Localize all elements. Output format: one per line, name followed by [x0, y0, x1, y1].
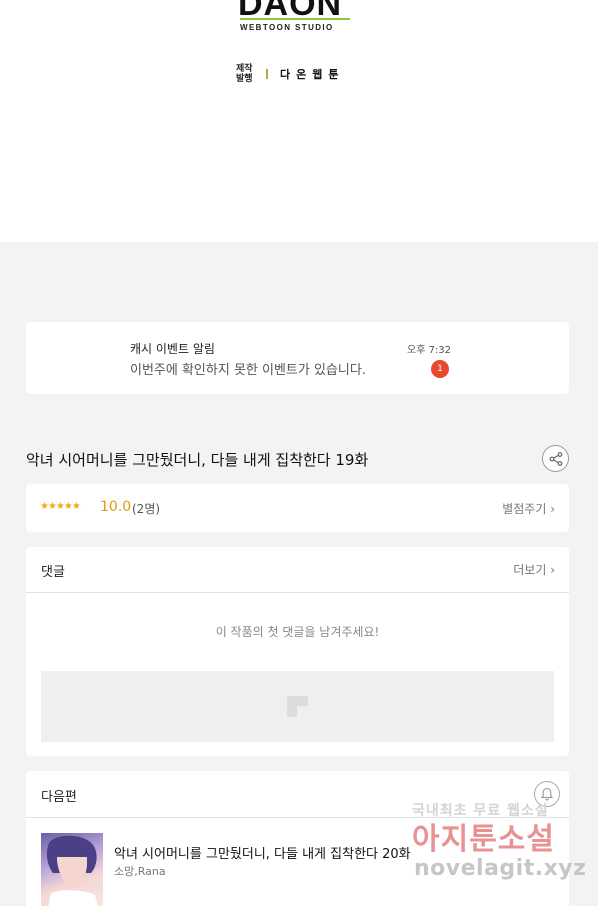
notification-badge: 1: [431, 360, 449, 378]
bell-icon: [540, 787, 554, 801]
comments-divider: [26, 592, 569, 593]
rating-score: 10.0: [100, 499, 132, 515]
notification-title: 캐시 이벤트 알림: [130, 342, 215, 356]
next-episode-thumbnail[interactable]: [41, 833, 103, 906]
cash-event-notification[interactable]: 캐시 이벤트 알림 이번주에 확인하지 못한 이벤트가 있습니다. 오후 7:3…: [26, 322, 569, 394]
rate-button[interactable]: 별점주기 ›: [502, 500, 555, 517]
next-episode-title[interactable]: 악녀 시어머니를 그만뒀더니, 다들 내게 집착한다 20화: [114, 843, 411, 862]
daon-logo: DAON: [238, 0, 343, 20]
image-placeholder-icon: [287, 696, 308, 717]
comments-title: 댓글: [41, 565, 65, 580]
comments-card: 댓글 더보기 › 이 작품의 첫 댓글을 남겨주세요!: [26, 547, 569, 756]
rating-card: ★★★★★ 10.0 (2명) 별점주기 ›: [26, 484, 569, 532]
credit-line: 제작 발행 다온웹툰: [236, 64, 344, 84]
next-episode-section-title: 다음편: [41, 790, 77, 805]
share-icon: [549, 451, 562, 466]
watermark-line2: 아지툰소설: [412, 822, 555, 857]
ad-placeholder[interactable]: [41, 671, 554, 742]
share-button[interactable]: [542, 445, 569, 472]
thumbnail-art: [46, 835, 98, 906]
next-episode-author: 소망,Rana: [114, 865, 166, 878]
notification-message: 이번주에 확인하지 못한 이벤트가 있습니다.: [130, 363, 366, 378]
logo-underline: [240, 18, 350, 20]
credit-name: 다온웹툰: [280, 68, 345, 81]
logo-subtitle: WEBTOON STUDIO: [240, 23, 334, 32]
comments-empty-message: 이 작품의 첫 댓글을 남겨주세요!: [215, 625, 380, 639]
credit-label: 제작 발행: [236, 64, 253, 84]
rating-voters: (2명): [132, 502, 161, 516]
comments-more-button[interactable]: 더보기 ›: [513, 561, 555, 578]
watermark-line3: novelagit.xyz: [414, 856, 587, 881]
site-watermark: 국내최초 무료 웹소설 아지툰소설 novelagit.xyz: [412, 800, 598, 890]
credit-divider: [266, 69, 268, 79]
rating-stars: ★★★★★: [40, 501, 81, 512]
episode-title: 악녀 시어머니를 그만뒀더니, 다들 내게 집착한다 19화: [26, 451, 369, 469]
top-branding-area: DAON WEBTOON STUDIO 제작 발행 다온웹툰: [0, 0, 598, 242]
notification-time: 오후 7:32: [407, 345, 452, 356]
